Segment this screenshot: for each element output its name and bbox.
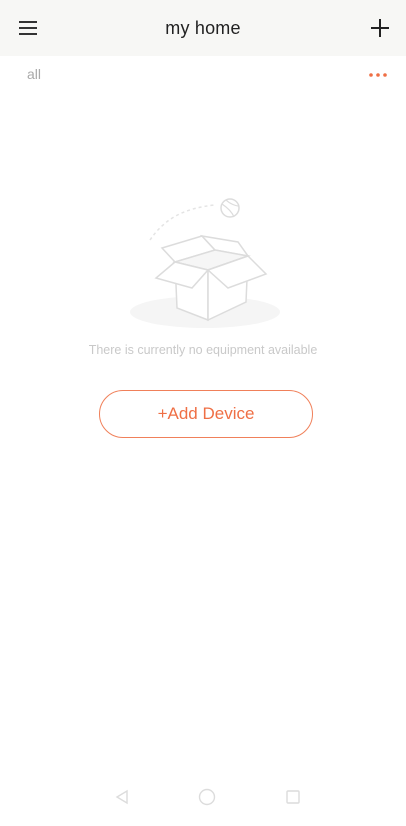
add-device-button[interactable]: +Add Device — [99, 390, 313, 438]
app-screen: my home all There is currently no equipm… — [0, 0, 406, 826]
back-triangle-icon — [115, 789, 128, 805]
add-button[interactable] — [366, 14, 394, 42]
empty-state-message: There is currently no equipment availabl… — [88, 343, 318, 357]
room-filter-row: all — [0, 56, 406, 96]
plus-icon — [371, 19, 389, 37]
recents-square-icon — [286, 790, 300, 804]
empty-box-illustration — [130, 198, 280, 328]
top-bar: my home — [0, 0, 406, 56]
home-circle-icon — [198, 788, 216, 806]
nav-recents-button[interactable] — [282, 786, 304, 808]
system-nav-bar — [0, 770, 406, 826]
nav-back-button[interactable] — [111, 786, 133, 808]
more-dots-icon — [369, 73, 387, 77]
room-tab-all[interactable]: all — [27, 66, 41, 82]
page-title: my home — [165, 18, 241, 38]
more-options-button[interactable] — [366, 64, 390, 86]
nav-home-button[interactable] — [196, 786, 218, 808]
